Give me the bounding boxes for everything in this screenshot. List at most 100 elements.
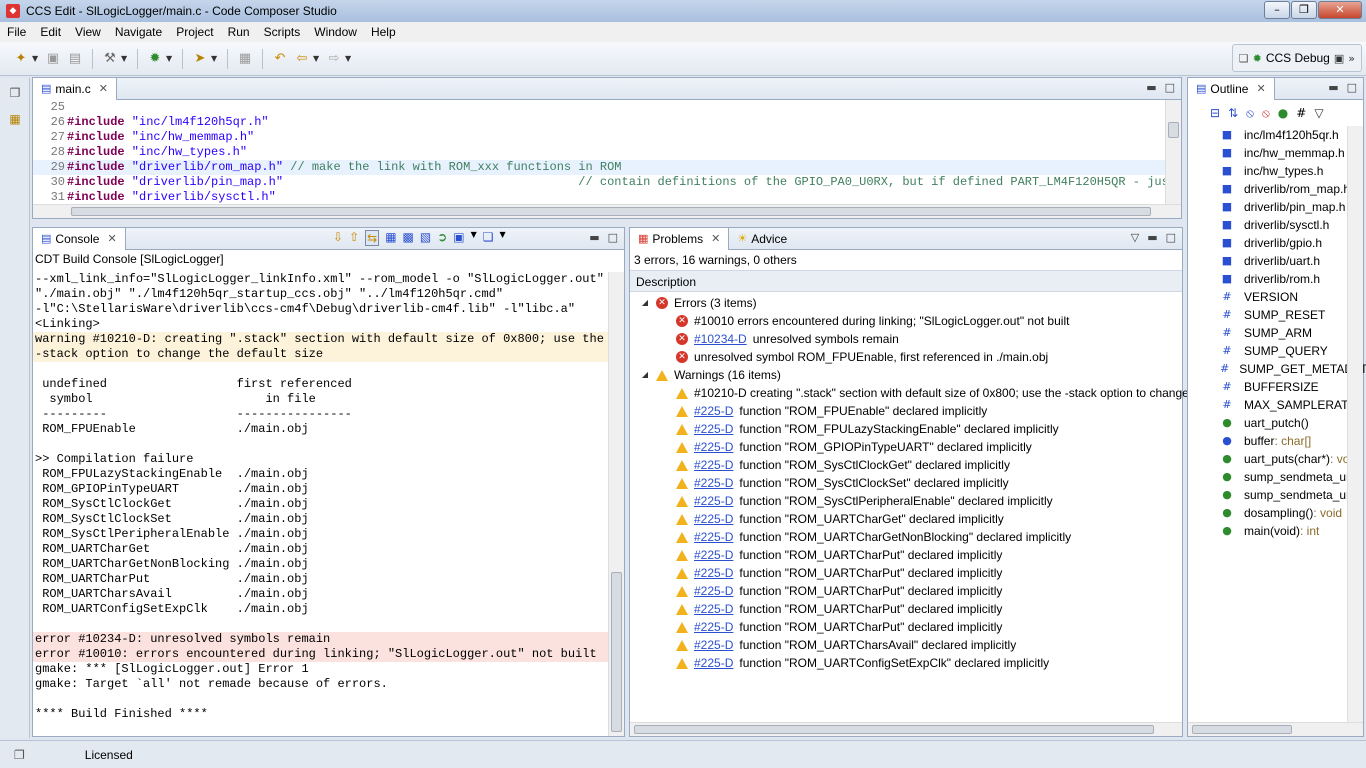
editor-horizontal-scrollbar[interactable] xyxy=(33,204,1181,218)
ccs-edit-perspective-icon[interactable]: ▣ xyxy=(1334,52,1344,65)
editor-scroll-thumb[interactable] xyxy=(1168,122,1179,138)
code-line[interactable]: 26 #include "inc/lm4f120h5qr.h" xyxy=(33,115,1181,130)
display-console-dropdown-icon[interactable]: ▼ xyxy=(471,230,477,246)
warning-row[interactable]: #225-D function "ROM_FPULazyStackingEnabl… xyxy=(630,420,1182,438)
code-editor[interactable]: 25 26 #include "inc/lm4f120h5qr.h" 27 #inclu… xyxy=(33,100,1181,204)
problem-id-link[interactable]: #225-D xyxy=(694,546,733,564)
warnings-group[interactable]: ◢ Warnings (16 items) xyxy=(630,366,1182,384)
hide-non-public-icon[interactable]: ● xyxy=(1278,106,1288,120)
problem-id-link[interactable]: #225-D xyxy=(694,618,733,636)
tab-main-c[interactable]: ▤ main.c ✕ xyxy=(33,77,117,100)
problem-id-link[interactable]: #225-D xyxy=(694,564,733,582)
warning-row[interactable]: #225-D function "ROM_UARTCharGet" declare… xyxy=(630,510,1182,528)
code-line[interactable]: 25 xyxy=(33,100,1181,115)
outline-item[interactable]: ● uart_puts(char*) : void xyxy=(1220,450,1363,468)
tab-advice[interactable]: ☀ Advice xyxy=(729,228,795,250)
outline-item[interactable]: ● buffer : char[] xyxy=(1220,432,1363,450)
outline-item[interactable]: ● dosampling() : void xyxy=(1220,504,1363,522)
problem-id-link[interactable]: #225-D xyxy=(694,438,733,456)
maximize-view-icon[interactable]: □ xyxy=(1166,231,1176,244)
copy-build-log-icon[interactable]: ▦ xyxy=(385,230,396,246)
error-row[interactable]: ✕ unresolved symbol ROM_FPUEnable, first … xyxy=(630,348,1182,366)
outline-item[interactable]: ■ inc/lm4f120h5qr.h xyxy=(1220,126,1363,144)
minimize-button[interactable]: – xyxy=(1264,1,1290,19)
view-menu-icon[interactable]: ▽ xyxy=(1131,231,1139,244)
problems-horizontal-scrollbar[interactable] xyxy=(630,722,1182,736)
forward-icon[interactable]: ⇨ xyxy=(323,48,345,70)
hide-macros-icon[interactable]: # xyxy=(1296,106,1306,120)
problem-id-link[interactable]: #225-D xyxy=(694,456,733,474)
outline-item[interactable]: # VERSION xyxy=(1220,288,1363,306)
code-line[interactable]: 30 #include "driverlib/pin_map.h" // cont… xyxy=(33,175,1181,190)
warning-row[interactable]: #225-D function "ROM_SysCtlPeripheralEnab… xyxy=(630,492,1182,510)
warning-row[interactable]: #225-D function "ROM_UARTCharPut" declare… xyxy=(630,618,1182,636)
scroll-lock-icon[interactable]: ⇆ xyxy=(365,230,380,246)
close-tab-icon[interactable]: ✕ xyxy=(107,232,116,245)
problem-id-link[interactable]: #225-D xyxy=(694,420,733,438)
scroll-up-icon[interactable]: ⇧ xyxy=(349,230,359,246)
close-tab-icon[interactable]: ✕ xyxy=(99,82,108,95)
view-menu-icon[interactable]: ▽ xyxy=(1314,106,1323,120)
maximize-view-icon[interactable]: □ xyxy=(1165,81,1175,94)
console-vertical-scrollbar[interactable] xyxy=(608,272,624,736)
outline-item[interactable]: ■ driverlib/gpio.h xyxy=(1220,234,1363,252)
outline-item[interactable]: # MAX_SAMPLERATE xyxy=(1220,396,1363,414)
new-icon[interactable]: ✦ xyxy=(10,48,32,70)
menu-run[interactable]: Run xyxy=(221,25,257,39)
warning-row[interactable]: #225-D function "ROM_UARTCharPut" declare… xyxy=(630,600,1182,618)
outline-item[interactable]: ■ driverlib/rom_map.h xyxy=(1220,180,1363,198)
menu-edit[interactable]: Edit xyxy=(33,25,68,39)
open-console-icon[interactable]: ➲ xyxy=(437,230,447,246)
menu-project[interactable]: Project xyxy=(169,25,220,39)
last-edit-icon[interactable]: ↶ xyxy=(269,48,291,70)
new-dropdown-icon[interactable]: ▼ xyxy=(32,54,42,63)
outline-item[interactable]: # SUMP_ARM xyxy=(1220,324,1363,342)
editor-hscroll-thumb[interactable] xyxy=(71,207,1151,216)
maximize-view-icon[interactable]: □ xyxy=(608,231,618,244)
warning-row[interactable]: #225-D function "ROM_UARTCharPut" declare… xyxy=(630,564,1182,582)
flash-icon[interactable]: ➤ xyxy=(189,48,211,70)
warning-row[interactable]: #225-D function "ROM_UARTCharPut" declare… xyxy=(630,582,1182,600)
problem-id-link[interactable]: #225-D xyxy=(694,636,733,654)
problem-id-link[interactable]: #225-D xyxy=(694,474,733,492)
scroll-down-icon[interactable]: ⇩ xyxy=(333,230,343,246)
collapse-arrow-icon[interactable]: ◢ xyxy=(638,294,652,312)
more-perspectives-icon[interactable]: » xyxy=(1348,52,1355,65)
menu-view[interactable]: View xyxy=(68,25,108,39)
outline-item[interactable]: ■ driverlib/rom.h xyxy=(1220,270,1363,288)
problem-id-link[interactable]: #225-D xyxy=(694,600,733,618)
outline-item[interactable]: # SUMP_GET_METADATA xyxy=(1220,360,1366,378)
outline-hscroll-thumb[interactable] xyxy=(1192,725,1292,734)
outline-item[interactable]: ● sump_sendmeta_uint xyxy=(1220,468,1363,486)
warning-row[interactable]: #225-D function "ROM_UARTCharPut" declare… xyxy=(630,546,1182,564)
code-line[interactable]: 31 #include "driverlib/sysctl.h" xyxy=(33,190,1181,204)
back-icon[interactable]: ⇦ xyxy=(291,48,313,70)
collapse-arrow-icon[interactable]: ◢ xyxy=(638,366,652,384)
close-tab-icon[interactable]: ✕ xyxy=(1256,82,1265,95)
outline-item[interactable]: ■ inc/hw_types.h xyxy=(1220,162,1363,180)
display-console-icon[interactable]: ▣ xyxy=(453,230,464,246)
flash-dropdown-icon[interactable]: ▼ xyxy=(211,54,221,63)
menu-scripts[interactable]: Scripts xyxy=(257,25,308,39)
sort-icon[interactable]: ⇅ xyxy=(1228,106,1238,120)
problem-id-link[interactable]: #225-D xyxy=(694,402,733,420)
close-button[interactable]: ✕ xyxy=(1318,1,1362,19)
outline-item[interactable]: ● uart_putch() xyxy=(1220,414,1363,432)
editor-vertical-scrollbar[interactable] xyxy=(1165,100,1181,204)
warning-row[interactable]: #10210-D creating ".stack" section with … xyxy=(630,384,1189,402)
warning-row[interactable]: #225-D function "ROM_UARTCharGetNonBlocki… xyxy=(630,528,1182,546)
code-line[interactable]: 29 #include "driverlib/rom_map.h" // make… xyxy=(33,160,1181,175)
tab-problems[interactable]: ▦ Problems ✕ xyxy=(630,227,730,250)
outline-vertical-scrollbar[interactable] xyxy=(1347,126,1363,722)
code-line[interactable]: 27 #include "inc/hw_memmap.h" xyxy=(33,130,1181,145)
problem-id-link[interactable]: #10234-D xyxy=(694,330,747,348)
outline-item[interactable]: # SUMP_RESET xyxy=(1220,306,1363,324)
close-tab-icon[interactable]: ✕ xyxy=(711,232,720,245)
errors-group[interactable]: ◢ ✕ Errors (3 items) xyxy=(630,294,1182,312)
fast-view-icon[interactable]: ❐ xyxy=(14,748,25,762)
hide-static-icon[interactable]: ⦸ xyxy=(1262,106,1270,121)
warning-row[interactable]: #225-D function "ROM_SysCtlClockGet" decl… xyxy=(630,456,1182,474)
outline-item[interactable]: ■ driverlib/sysctl.h xyxy=(1220,216,1363,234)
forward-dropdown-icon[interactable]: ▼ xyxy=(345,54,355,63)
console-scroll-thumb[interactable] xyxy=(611,572,622,732)
